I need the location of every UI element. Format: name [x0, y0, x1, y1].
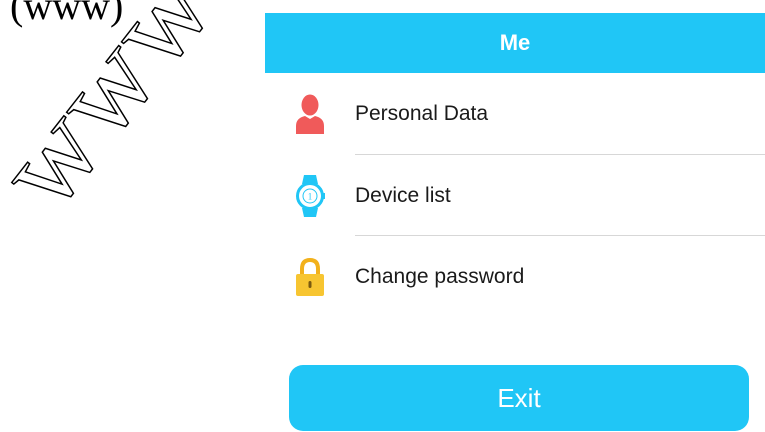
menu-item-device-list[interactable]: 1 Device list — [265, 155, 765, 236]
page-title: Me — [499, 30, 531, 55]
menu-list: Personal Data 1 Device list Change passw… — [265, 73, 765, 317]
page: (www) www Me Personal Data 1 Device list… — [0, 0, 765, 432]
lock-icon — [265, 236, 355, 317]
menu-item-label: Change password — [355, 264, 525, 288]
watermark-text: www — [0, 0, 240, 233]
app-screen: Me Personal Data 1 Device list Change pa… — [265, 13, 765, 432]
menu-item-label: Personal Data — [355, 102, 489, 125]
svg-text:1: 1 — [308, 191, 313, 201]
menu-item-personal-data[interactable]: Personal Data — [265, 73, 765, 155]
menu-item-label: Device list — [355, 183, 451, 207]
person-icon — [265, 74, 355, 155]
menu-item-change-password[interactable]: Change password — [265, 236, 765, 317]
background-document: (www) www — [0, 0, 270, 432]
title-bar: Me — [265, 13, 765, 73]
watch-icon: 1 — [265, 155, 355, 236]
exit-button[interactable]: Exit — [289, 365, 749, 431]
